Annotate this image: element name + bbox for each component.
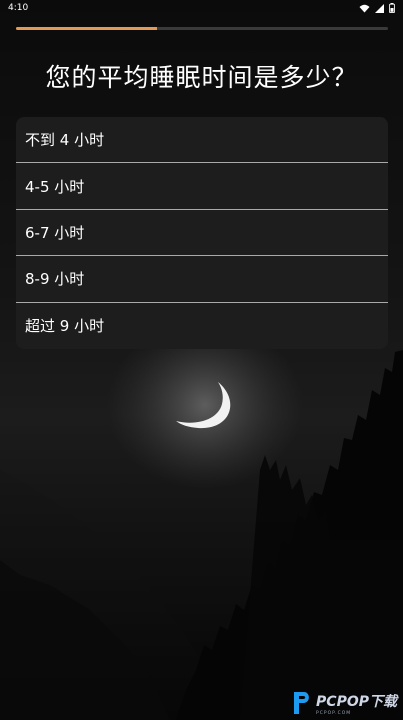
status-bar: 4:10 xyxy=(0,0,403,16)
answer-option-label: 4-5 小时 xyxy=(25,177,85,196)
pcpop-logo-icon xyxy=(294,692,309,714)
answer-option[interactable]: 超过 9 小时 xyxy=(16,303,388,349)
watermark: PCPOP下载 PCPOP.COM xyxy=(290,690,397,716)
watermark-brand: PCPOP下载 xyxy=(316,693,397,710)
battery-icon xyxy=(389,3,395,13)
answer-option[interactable]: 8-9 小时 xyxy=(16,256,388,303)
answer-option-label: 超过 9 小时 xyxy=(25,317,105,336)
question-title: 您的平均睡眠时间是多少？ xyxy=(45,63,358,92)
screen: 4:10 您的平均睡眠时间是多少？ 不到 4 小时 4-5 小时 6-7 小时 8-9… xyxy=(0,0,403,720)
answer-option[interactable]: 不到 4 小时 xyxy=(16,117,388,164)
progress-fill xyxy=(16,27,158,30)
watermark-sub: PCPOP.COM xyxy=(316,710,352,716)
answer-option[interactable]: 6-7 小时 xyxy=(16,210,388,257)
status-icons xyxy=(359,3,395,13)
answer-options-list: 不到 4 小时 4-5 小时 6-7 小时 8-9 小时超过 9 小时 xyxy=(16,117,388,349)
answer-option-label: 8-9 小时 xyxy=(25,270,85,289)
signal-icon xyxy=(375,3,384,13)
answer-option[interactable]: 4-5 小时 xyxy=(16,163,388,210)
progress-bar xyxy=(16,27,388,30)
night-background-image xyxy=(0,325,403,720)
answer-option-label: 6-7 小时 xyxy=(25,223,85,242)
answer-option-label: 不到 4 小时 xyxy=(25,131,105,150)
status-time: 4:10 xyxy=(8,3,29,13)
wifi-icon xyxy=(359,4,370,12)
